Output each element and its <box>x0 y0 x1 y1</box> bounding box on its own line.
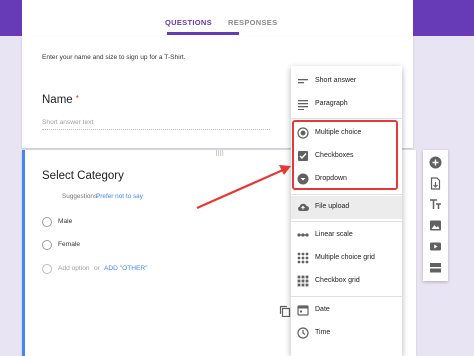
side-toolbar <box>423 150 448 281</box>
question-type-menu: Short answer Paragraph Multiple choice C… <box>291 66 402 356</box>
short-answer-icon <box>298 79 308 84</box>
menu-item-paragraph[interactable]: Paragraph <box>291 93 402 116</box>
menu-item-date[interactable]: Date <box>291 299 402 322</box>
menu-item-checkbox-grid[interactable]: Checkbox grid <box>291 270 402 293</box>
menu-item-label: Short answer <box>315 77 357 84</box>
answer-underline <box>42 129 270 130</box>
clock-icon <box>297 327 309 339</box>
option-label[interactable]: Male <box>58 218 72 225</box>
menu-item-label: Checkbox grid <box>315 277 360 284</box>
menu-item-label: File upload <box>315 203 350 210</box>
tab-bar: QUESTIONS RESPONSES <box>22 0 413 36</box>
add-question-icon[interactable] <box>429 156 442 169</box>
menu-item-file-upload[interactable]: File upload <box>291 196 402 219</box>
required-mark: * <box>75 94 79 103</box>
menu-item-label: Date <box>315 306 330 313</box>
menu-item-multiple-choice-grid[interactable]: Multiple choice grid <box>291 247 402 270</box>
suggestion-link[interactable]: Prefer not to say <box>96 193 143 200</box>
add-section-icon[interactable] <box>429 261 442 274</box>
form-description[interactable]: Enter your name and size to sign up for … <box>42 54 186 61</box>
menu-item-time[interactable]: Time <box>291 322 402 345</box>
menu-divider <box>291 118 402 119</box>
menu-item-linear-scale[interactable]: Linear scale <box>291 224 402 247</box>
tab-questions[interactable]: QUESTIONS <box>165 18 212 27</box>
calendar-icon <box>297 305 309 316</box>
add-other-button[interactable]: ADD "OTHER" <box>104 265 148 272</box>
question-title-input[interactable]: Select Category <box>42 170 124 182</box>
menu-item-label: Time <box>315 329 331 336</box>
cloud-upload-icon <box>298 203 309 211</box>
add-image-icon[interactable] <box>429 219 442 232</box>
or-text: or <box>94 265 100 272</box>
short-answer-placeholder: Short answer text <box>42 119 94 126</box>
radio-icon <box>42 240 52 250</box>
radio-icon <box>42 217 52 227</box>
menu-item-label: Multiple choice grid <box>315 254 375 261</box>
question-title[interactable]: Name * <box>42 94 79 106</box>
menu-divider <box>291 221 402 222</box>
add-option-button[interactable]: Add option <box>58 265 90 272</box>
tab-responses[interactable]: RESPONSES <box>228 18 277 27</box>
option-label[interactable]: Female <box>58 241 80 248</box>
menu-divider <box>291 194 402 195</box>
paragraph-icon <box>298 100 308 110</box>
suggestions-label: Suggestions: <box>62 193 99 200</box>
menu-divider <box>291 296 402 297</box>
grid-icon <box>297 252 309 264</box>
menu-item-label: Linear scale <box>315 231 353 238</box>
menu-item-short-answer[interactable]: Short answer <box>291 70 402 93</box>
annotation-highlight-box <box>292 120 398 190</box>
radio-icon <box>42 264 52 274</box>
drag-handle-icon[interactable]: ⠿⠿ <box>215 150 224 158</box>
menu-item-label: Paragraph <box>315 100 348 107</box>
duplicate-icon[interactable] <box>279 305 291 317</box>
add-title-icon[interactable] <box>429 198 442 211</box>
grid-icon <box>297 275 309 287</box>
linear-scale-icon <box>297 233 309 237</box>
active-tab-indicator <box>167 32 239 35</box>
question-title-text: Name <box>42 94 73 106</box>
import-questions-icon[interactable] <box>429 177 442 190</box>
add-video-icon[interactable] <box>429 240 442 253</box>
